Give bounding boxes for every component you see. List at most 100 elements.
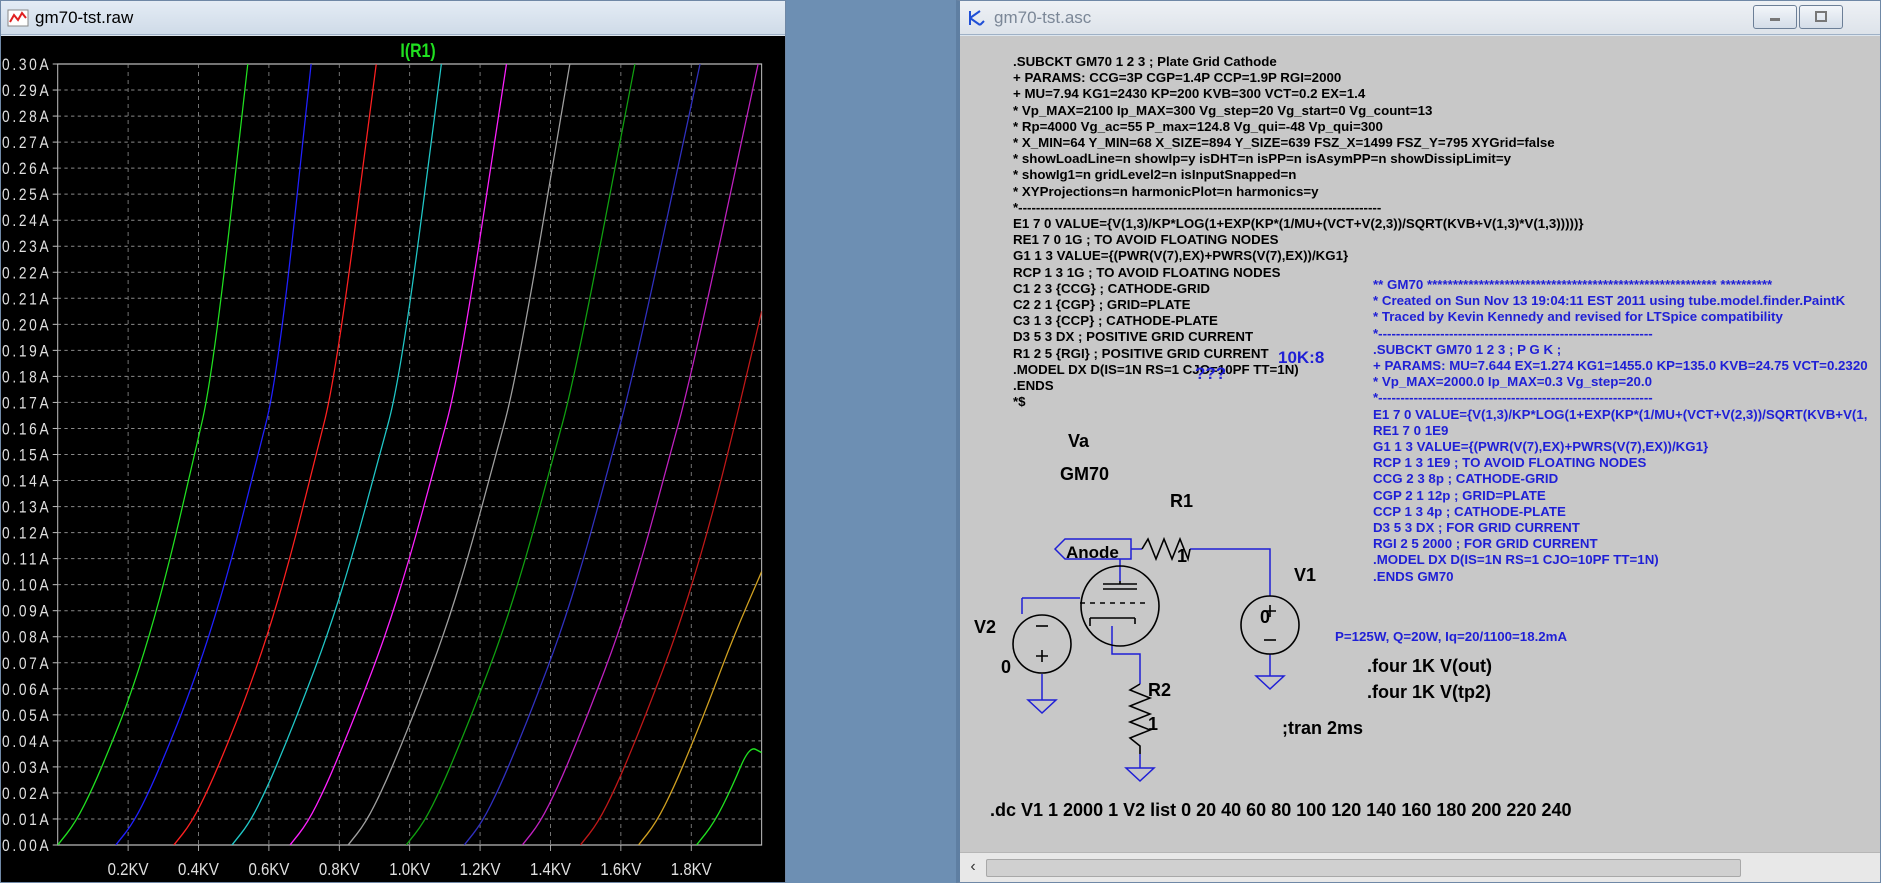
model-line: RGI 2 5 2000 ; FOR GRID CURRENT (1373, 536, 1598, 552)
y-tick-label: 0.05A (2, 707, 49, 725)
netlist-line: * Rp=4000 Vg_ac=55 P_max=124.8 Vg_qui=-4… (1013, 118, 1383, 134)
transformer-ratio-label: 10K:8 (1278, 348, 1325, 367)
schematic-canvas[interactable]: .SUBCKT GM70 1 2 3 ; Plate Grid Cathode +… (960, 36, 1880, 852)
netlist-line: * X_MIN=64 Y_MIN=68 X_SIZE=894 Y_SIZE=63… (1013, 135, 1555, 151)
model-line: CCG 2 3 8p ; CATHODE-GRID (1373, 471, 1559, 487)
iv-chart[interactable]: 0.00A 0.01A 0.02A 0.03A 0.04A 0.05A 0.06A 0.07A… (1, 36, 785, 882)
model-line: + PARAMS: MU=7.644 EX=1.274 KG1=1455.0 K… (1373, 358, 1868, 374)
plot-frame (57, 63, 763, 846)
netlist-line: RE1 7 0 1G ; TO AVOID FLOATING NODES (1013, 232, 1279, 248)
schematic-window: gm70-tst.asc .SUBCKT GM70 1 2 3 ; Plate … (956, 0, 1881, 883)
model-line: *---------------------------------------… (1373, 390, 1653, 406)
model-line: .MODEL DX D(IS=1N RS=1 CJO=10PF TT=1N) (1373, 552, 1659, 568)
va-label: Va (1068, 431, 1090, 451)
x-tick-label: 1.8KV (671, 859, 712, 880)
y-tick-label: 0.06A (2, 681, 49, 699)
scrollbar-thumb[interactable] (986, 859, 1741, 877)
y-tick-label: 0.03A (2, 759, 49, 777)
v1-ground-icon (1254, 675, 1286, 691)
x-tick-label: 0.6KV (248, 859, 289, 880)
netlist-line: *---------------------------------------… (1013, 199, 1382, 215)
horizontal-scrollbar[interactable]: ‹ (960, 852, 1880, 882)
four-directive-2[interactable]: .four 1K V(tp2) (1367, 682, 1491, 703)
y-tick-label: 0.28A (2, 108, 49, 126)
r2-resistor[interactable] (1127, 683, 1153, 754)
netlist-line: E1 7 0 VALUE={V(1,3)/KP*LOG(1+EXP(KP*(1/… (1013, 216, 1584, 232)
v1-voltage-source[interactable] (1240, 595, 1300, 655)
plot-titlebar[interactable]: gm70-tst.raw (1, 1, 785, 35)
y-tick-label: 0.22A (2, 264, 49, 282)
model-text-block[interactable]: ** GM70 ********************************… (1373, 277, 1868, 585)
x-tick-label: 1.4KV (530, 859, 571, 880)
scroll-left-arrow-icon[interactable]: ‹ (964, 858, 982, 878)
model-line: RE1 7 0 1E9 (1373, 422, 1449, 438)
r2-ground-icon (1124, 767, 1156, 783)
y-tick-label: 0.19A (2, 342, 49, 360)
model-line: CCP 1 3 4p ; CATHODE-PLATE (1373, 503, 1566, 519)
netlist-line: + MU=7.94 KG1=2430 KP=200 KVB=300 VCT=0.… (1013, 86, 1366, 102)
model-line: * Traced by Kevin Kennedy and revised fo… (1373, 309, 1783, 325)
plot-pane[interactable]: 0.00A 0.01A 0.02A 0.03A 0.04A 0.05A 0.06A 0.07A… (1, 36, 785, 882)
v2-voltage-source[interactable] (1012, 614, 1072, 674)
y-tick-label: 0.16A (2, 420, 49, 438)
model-line: .ENDS GM70 (1373, 568, 1454, 584)
y-tick-label: 0.25A (2, 186, 49, 204)
power-note: P=125W, Q=20W, Iq=20/1100=18.2mA (1335, 629, 1568, 644)
waveform-icon (7, 9, 29, 27)
model-line: RCP 1 3 1E9 ; TO AVOID FLOATING NODES (1373, 455, 1647, 471)
series-line-4 (231, 64, 442, 845)
dc-directive[interactable]: .dc V1 1 2000 1 V2 list 0 20 40 60 80 10… (990, 800, 1571, 821)
y-tick-label: 0.14A (2, 472, 49, 490)
y-tick-label: 0.13A (2, 498, 49, 516)
four-directive-1[interactable]: .four 1K V(out) (1367, 656, 1492, 677)
schematic-maximize-button[interactable] (1799, 5, 1843, 29)
r1-resistor[interactable] (1141, 536, 1191, 562)
model-line: E1 7 0 VALUE={V(1,3)/KP*LOG(1+EXP(KP*(1/… (1373, 406, 1868, 422)
model-line: G1 1 3 VALUE={(PWR(V(7),EX)+PWRS(V(7),EX… (1373, 439, 1709, 455)
y-tick-label: 0.26A (2, 160, 49, 178)
netlist-line: .SUBCKT GM70 1 2 3 ; Plate Grid Cathode (1013, 54, 1277, 69)
y-tick-label: 0.29A (2, 82, 49, 100)
x-tick-label: 0.2KV (108, 859, 149, 880)
y-tick-label: 0.30A (2, 56, 49, 74)
model-line: D3 5 3 DX ; FOR GRID CURRENT (1373, 520, 1580, 536)
tran-directive[interactable]: ;tran 2ms (1282, 718, 1363, 739)
y-tick-label: 0.01A (2, 811, 49, 829)
plot-window-title: gm70-tst.raw (35, 8, 134, 27)
model-line: * Created on Sun Nov 13 19:04:11 EST 201… (1373, 293, 1846, 309)
model-line: *---------------------------------------… (1373, 325, 1653, 341)
y-tick-label: 0.07A (2, 655, 49, 673)
plot-window: gm70-tst.raw 0.00A 0.01A 0.02A 0.03A 0.04A 0.… (0, 0, 786, 883)
model-line: CGP 2 1 12p ; GRID=PLATE (1373, 487, 1546, 503)
y-tick-label: 0.21A (2, 290, 49, 308)
unknown-directive-label: ??? (1195, 364, 1227, 383)
x-tick-label: 0.8KV (319, 859, 360, 880)
circuit-drawing[interactable] (960, 506, 1360, 836)
netlist-line: * showIg1=n gridLevel2=n isInputSnapped=… (1013, 167, 1297, 183)
desktop-gap (786, 0, 956, 883)
y-tick-label: 0.18A (2, 368, 49, 386)
tube-label: GM70 (1060, 464, 1110, 484)
y-tick-label: 0.20A (2, 316, 49, 334)
y-tick-label: 0.12A (2, 524, 49, 542)
schematic-titlebar[interactable]: gm70-tst.asc (960, 1, 1880, 35)
y-tick-label: 0.00A (2, 837, 49, 855)
trace-title: I(R1) (400, 40, 435, 62)
series-line-12 (696, 748, 762, 845)
y-tick-label: 0.11A (2, 551, 49, 569)
minimize-icon (1754, 6, 1796, 28)
series-line-10 (579, 311, 762, 845)
model-line: ** GM70 ********************************… (1373, 277, 1773, 292)
anode-label-text: Anode (1066, 543, 1119, 562)
model-line: * Vp_MAX=2000.0 Ip_MAX=0.3 Vg_step=20.0 (1373, 374, 1653, 390)
x-tick-label: 1.0KV (389, 859, 430, 880)
schematic-minimize-button[interactable] (1753, 5, 1797, 29)
schematic-window-title: gm70-tst.asc (994, 8, 1092, 27)
y-tick-label: 0.09A (2, 603, 49, 621)
x-tick-label: 0.4KV (178, 859, 219, 880)
series-line-11 (638, 571, 762, 845)
y-tick-label: 0.15A (2, 446, 49, 464)
v2-ground-icon (1026, 699, 1058, 715)
netlist-line: * Vp_MAX=2100 Ip_MAX=300 Vg_step=20 Vg_s… (1013, 102, 1433, 118)
y-tick-label: 0.02A (2, 785, 49, 803)
